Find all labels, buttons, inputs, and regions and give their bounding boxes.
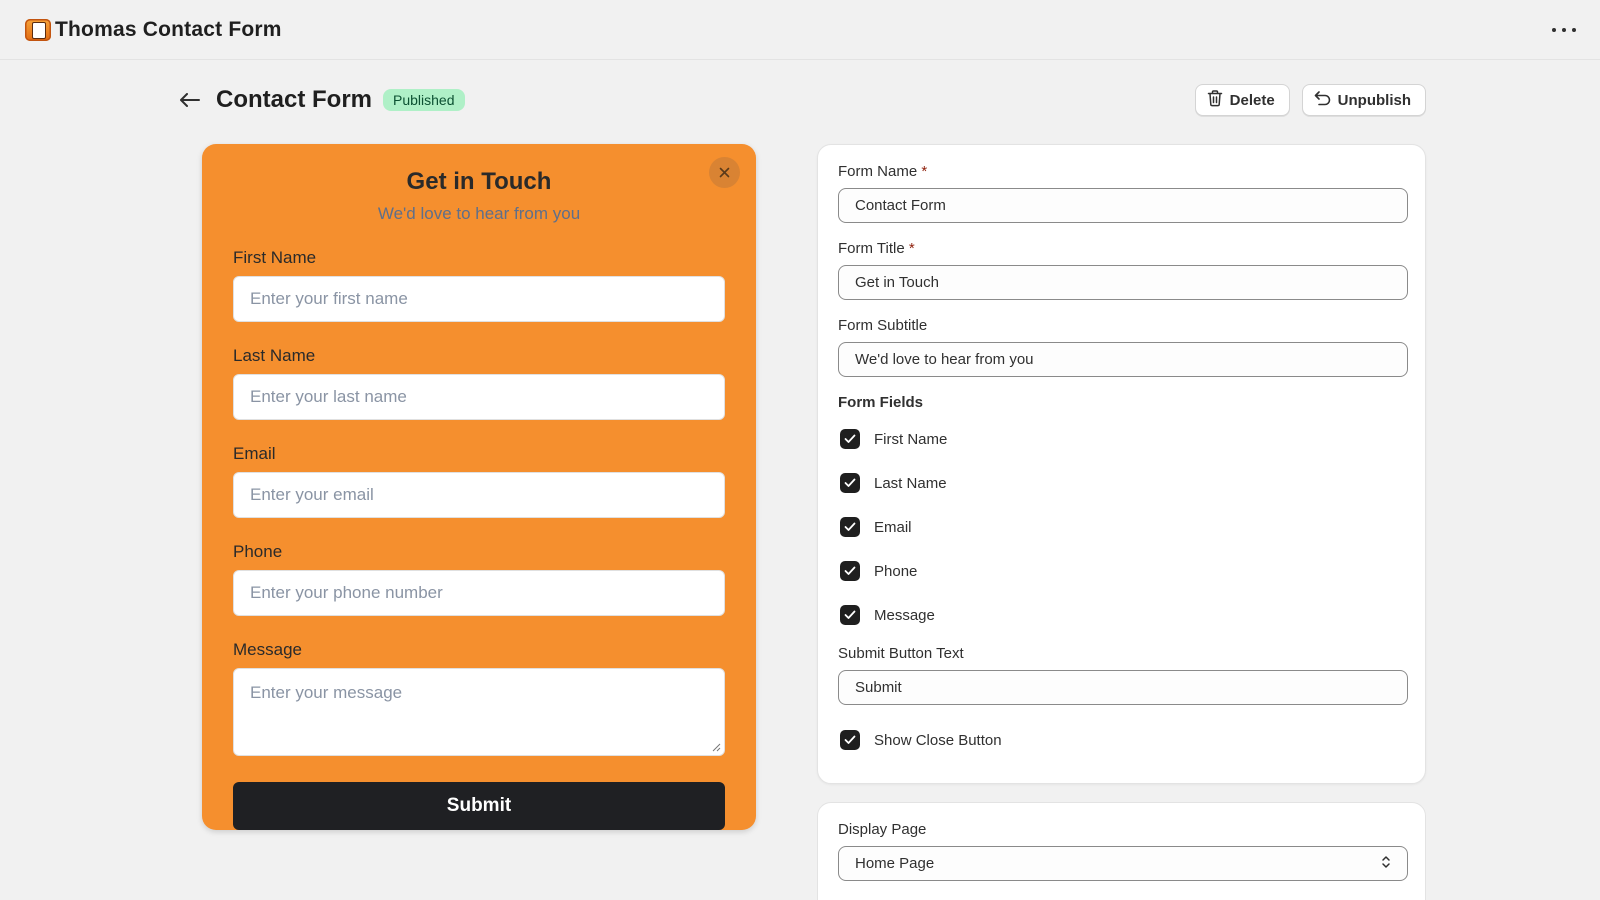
form-name-group: Form Name * Contact Form <box>838 163 1408 223</box>
checkbox-label: Show Close Button <box>874 731 1002 749</box>
display-page-card: Display Page Home Page <box>817 802 1426 900</box>
unpublish-label: Unpublish <box>1337 91 1411 109</box>
checkbox-label: Phone <box>874 562 918 580</box>
checkbox-checked-icon[interactable] <box>840 561 860 581</box>
close-icon[interactable] <box>709 157 740 188</box>
form-name-label: Form Name * <box>838 163 928 180</box>
message-label: Message <box>233 640 302 659</box>
field-toggle-email[interactable]: Email <box>838 505 1405 549</box>
required-asterisk: * <box>921 163 928 180</box>
phone-label: Phone <box>233 542 283 561</box>
phone-input[interactable]: Enter your phone number <box>233 570 725 616</box>
last-name-label: Last Name <box>233 346 316 365</box>
form-name-field[interactable]: Contact Form <box>838 188 1408 223</box>
submit-text-label: Submit Button Text <box>838 645 964 662</box>
form-title-group: Form Title * Get in Touch <box>838 240 1408 300</box>
undo-arrow-icon <box>1314 90 1331 110</box>
preview-submit-button[interactable]: Submit <box>233 782 725 830</box>
status-badge: Published <box>383 89 465 111</box>
message-placeholder: Enter your message <box>250 683 403 702</box>
back-arrow-icon[interactable] <box>180 89 202 111</box>
form-subtitle-group: Form Subtitle We'd love to hear from you <box>838 317 1408 377</box>
first-name-label: First Name <box>233 248 317 267</box>
checkbox-checked-icon[interactable] <box>840 473 860 493</box>
trash-icon <box>1207 89 1223 111</box>
app-title: Thomas Contact Form <box>55 17 282 41</box>
preview-title: Get in Touch <box>406 168 552 195</box>
show-close-toggle[interactable]: Show Close Button <box>838 718 1405 762</box>
display-page-label: Display Page <box>838 821 927 838</box>
form-subtitle-field[interactable]: We'd love to hear from you <box>838 342 1408 377</box>
page-header: Contact Form Published Delete Unpublish <box>180 82 1426 118</box>
checkbox-checked-icon[interactable] <box>840 517 860 537</box>
delete-label: Delete <box>1229 91 1275 109</box>
resize-grip-icon[interactable] <box>712 743 721 752</box>
form-preview-card: Get in Touch We'd love to hear from you … <box>202 144 756 830</box>
required-asterisk: * <box>908 240 915 257</box>
header-actions: Delete Unpublish <box>1194 84 1426 116</box>
display-page-value: Home Page <box>855 855 935 872</box>
checkbox-label: Message <box>874 606 935 624</box>
first-name-input[interactable]: Enter your first name <box>233 276 725 322</box>
checkbox-checked-icon[interactable] <box>840 730 860 750</box>
field-toggle-message[interactable]: Message <box>838 593 1405 637</box>
checkbox-label: Last Name <box>874 474 947 492</box>
checkbox-label: Email <box>874 518 912 536</box>
page-title: Contact Form <box>216 86 372 113</box>
form-title-label: Form Title * <box>838 240 915 257</box>
field-toggle-first-name[interactable]: First Name <box>838 417 1405 461</box>
preview-subtitle: We'd love to hear from you <box>377 204 581 223</box>
email-input[interactable]: Enter your email <box>233 472 725 518</box>
field-toggle-phone[interactable]: Phone <box>838 549 1405 593</box>
delete-button[interactable]: Delete <box>1194 84 1290 116</box>
checkbox-checked-icon[interactable] <box>840 605 860 625</box>
form-settings-card: Form Name * Contact Form Form Title * Ge… <box>817 144 1426 784</box>
form-title-field[interactable]: Get in Touch <box>838 265 1408 300</box>
more-actions-icon[interactable] <box>1552 18 1576 42</box>
form-subtitle-label: Form Subtitle <box>838 317 928 334</box>
message-textarea[interactable]: Enter your message <box>233 668 725 756</box>
app-bar: Thomas Contact Form <box>0 0 1600 60</box>
chevron-up-down-icon <box>1381 855 1391 873</box>
submit-text-group: Submit Button Text Submit <box>838 645 1408 705</box>
display-page-select[interactable]: Home Page <box>838 846 1408 881</box>
checkbox-label: First Name <box>874 430 948 448</box>
app-logo-icon <box>25 18 51 41</box>
field-toggle-last-name[interactable]: Last Name <box>838 461 1405 505</box>
form-fields-heading: Form Fields <box>838 394 924 411</box>
checkbox-checked-icon[interactable] <box>840 429 860 449</box>
email-label: Email <box>233 444 276 463</box>
last-name-input[interactable]: Enter your last name <box>233 374 725 420</box>
unpublish-button[interactable]: Unpublish <box>1301 84 1426 116</box>
submit-text-field[interactable]: Submit <box>838 670 1408 705</box>
